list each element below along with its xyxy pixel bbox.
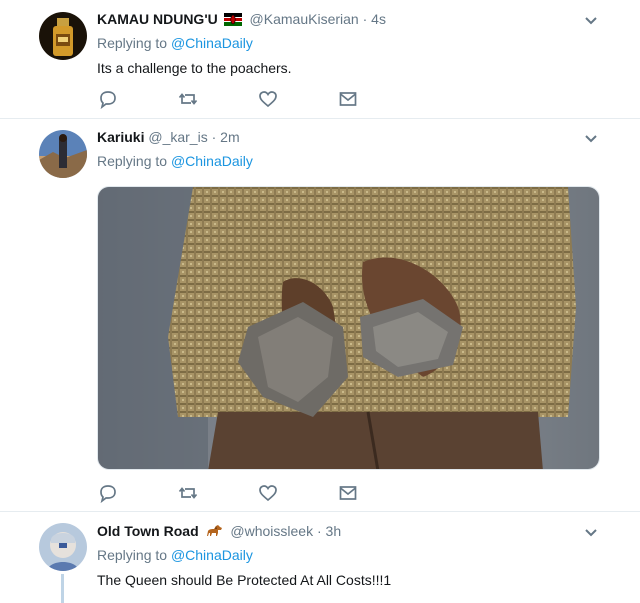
thread-line <box>61 574 64 603</box>
horse-emoji-icon <box>205 524 223 541</box>
replying-to: Replying to @ChinaDaily <box>97 153 253 169</box>
tweet-photo[interactable] <box>97 186 600 470</box>
replying-to-label: Replying to <box>97 547 168 563</box>
retweet-icon[interactable] <box>178 89 198 109</box>
display-name[interactable]: Old Town Road <box>97 523 199 539</box>
tweet-header: KAMAU NDUNG'U @KamauKiserian · 4s <box>97 11 386 29</box>
mention-link[interactable]: @ChinaDaily <box>171 547 253 563</box>
timestamp[interactable]: 2m <box>220 129 239 145</box>
replying-to-label: Replying to <box>97 153 168 169</box>
replying-to: Replying to @ChinaDaily <box>97 547 253 563</box>
tweet-header: Kariuki @_kar_is · 2m <box>97 129 240 145</box>
tweet-1[interactable]: KAMAU NDUNG'U @KamauKiserian · 4s Replyi… <box>0 0 640 119</box>
chevron-down-icon[interactable] <box>584 134 598 144</box>
chevron-down-icon[interactable] <box>584 16 598 26</box>
replying-to-label: Replying to <box>97 35 168 51</box>
separator-dot: · <box>362 11 368 27</box>
user-handle[interactable]: @KamauKiserian <box>250 11 359 27</box>
tweet-actions <box>98 89 368 109</box>
photo-hands-holding-rocks <box>98 187 599 469</box>
separator-dot: · <box>211 129 217 145</box>
separator-dot: · <box>316 523 322 539</box>
timestamp[interactable]: 3h <box>326 523 342 539</box>
kenya-flag-icon <box>223 13 242 29</box>
display-name[interactable]: KAMAU NDUNG'U <box>97 11 218 27</box>
envelope-icon[interactable] <box>338 89 358 109</box>
display-name[interactable]: Kariuki <box>97 129 144 145</box>
reply-icon[interactable] <box>98 89 118 109</box>
retweet-icon[interactable] <box>178 483 198 503</box>
heart-icon[interactable] <box>258 89 278 109</box>
user-handle[interactable]: @_kar_is <box>148 129 207 145</box>
envelope-icon[interactable] <box>338 483 358 503</box>
avatar[interactable] <box>39 130 87 178</box>
chevron-down-icon[interactable] <box>584 528 598 538</box>
user-handle[interactable]: @whoissleek <box>230 523 313 539</box>
tweet-actions <box>98 483 368 503</box>
heart-icon[interactable] <box>258 483 278 503</box>
reply-icon[interactable] <box>98 483 118 503</box>
mention-link[interactable]: @ChinaDaily <box>171 153 253 169</box>
avatar[interactable] <box>39 523 87 571</box>
timestamp[interactable]: 4s <box>371 11 386 27</box>
replying-to: Replying to @ChinaDaily <box>97 35 253 51</box>
mention-link[interactable]: @ChinaDaily <box>171 35 253 51</box>
tweet-text: The Queen should Be Protected At All Cos… <box>97 572 392 588</box>
avatar[interactable] <box>39 12 87 60</box>
tweet-header: Old Town Road @whoissleek · 3h <box>97 523 341 541</box>
tweet-text: Its a challenge to the poachers. <box>97 60 292 76</box>
